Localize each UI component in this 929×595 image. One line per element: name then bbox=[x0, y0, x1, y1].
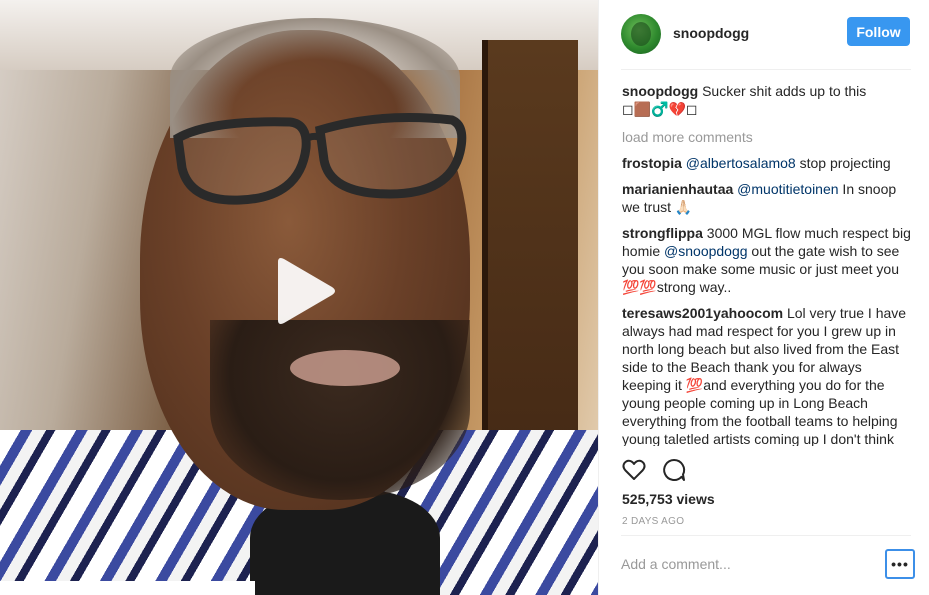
avatar[interactable] bbox=[621, 14, 661, 54]
comment-mention[interactable]: @muotitietoinen bbox=[737, 181, 838, 197]
video-bottom-strip bbox=[0, 581, 255, 595]
comment-item: marianienhautaa @muotitietoinen In snoop… bbox=[622, 180, 914, 216]
comment-text: Lol very true I have always had mad resp… bbox=[622, 305, 907, 446]
play-icon[interactable] bbox=[268, 254, 338, 328]
comment-username[interactable]: strongflippa bbox=[622, 225, 703, 241]
header-divider bbox=[621, 69, 911, 70]
comment-mention[interactable]: @albertosalamo8 bbox=[686, 155, 796, 171]
video-glasses bbox=[173, 113, 467, 205]
caption-emoji: ◻🟫♂️💔◻ bbox=[622, 101, 698, 117]
post-date[interactable]: 2 DAYS AGO bbox=[622, 516, 684, 527]
caption-username[interactable]: snoopdogg bbox=[622, 83, 698, 99]
comment-mention[interactable]: @snoopdogg bbox=[664, 243, 748, 259]
comment-item: strongflippa 3000 MGL flow much respect … bbox=[622, 224, 914, 296]
comment-username[interactable]: teresaws2001yahoocom bbox=[622, 305, 783, 321]
more-options-button[interactable]: ••• bbox=[885, 549, 915, 579]
add-comment-input[interactable] bbox=[621, 550, 871, 578]
caption: snoopdogg Sucker shit adds up to this ◻🟫… bbox=[622, 82, 914, 118]
speech-bubble-icon[interactable] bbox=[661, 457, 689, 485]
video-beard bbox=[210, 320, 470, 500]
post-side-panel: snoopdogg Follow snoopdogg Sucker shit a… bbox=[598, 0, 929, 595]
author-username[interactable]: snoopdogg bbox=[673, 25, 749, 41]
post-actions bbox=[621, 457, 721, 485]
post-header: snoopdogg Follow bbox=[621, 14, 911, 54]
follow-button[interactable]: Follow bbox=[847, 17, 910, 46]
load-more-comments-link[interactable]: load more comments bbox=[622, 128, 914, 146]
caption-text: Sucker shit adds up to this bbox=[702, 83, 867, 99]
comment-username[interactable]: frostopia bbox=[622, 155, 682, 171]
video-player[interactable] bbox=[0, 0, 598, 595]
comment-item: frostopia @albertosalamo8 stop projectin… bbox=[622, 154, 914, 172]
comment-text: stop projecting bbox=[795, 155, 891, 171]
comments-list[interactable]: snoopdogg Sucker shit adds up to this ◻🟫… bbox=[622, 82, 914, 446]
view-count: 525,753 views bbox=[622, 491, 715, 507]
comment-divider bbox=[621, 535, 911, 536]
video-mouth bbox=[290, 350, 400, 386]
comment-username[interactable]: marianienhautaa bbox=[622, 181, 733, 197]
heart-icon[interactable] bbox=[621, 457, 649, 485]
comment-item: teresaws2001yahoocom Lol very true I hav… bbox=[622, 304, 914, 446]
